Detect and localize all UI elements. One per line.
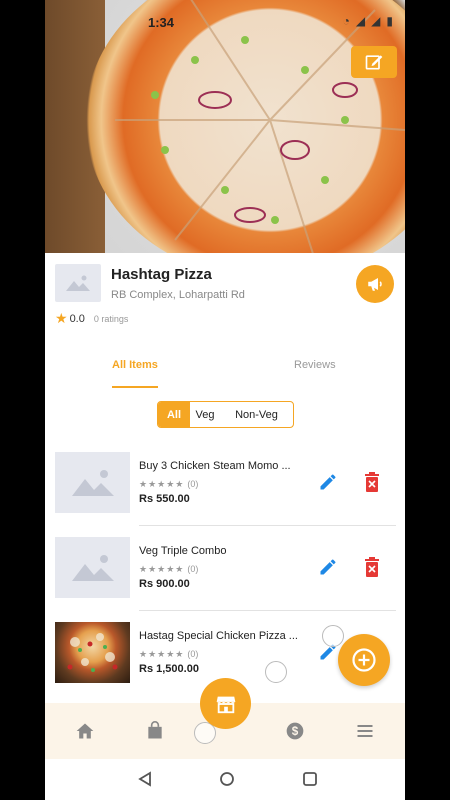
item-divider: [139, 610, 396, 611]
add-item-button[interactable]: [338, 634, 390, 686]
store-logo: [55, 264, 101, 302]
status-time: 1:34: [148, 15, 175, 30]
item-stars: ★★★★★: [139, 479, 185, 489]
image-placeholder-icon: [71, 554, 114, 581]
item-name: Hastag Special Chicken Pizza ...: [139, 630, 298, 642]
bag-icon[interactable]: [145, 721, 165, 741]
pizza-photo: [67, 633, 118, 672]
edit-cover-button[interactable]: [351, 46, 397, 78]
system-navigation-bar: [45, 759, 405, 800]
list-item[interactable]: Buy 3 Chicken Steam Momo ... ★★★★★ (0) Rs…: [45, 452, 405, 537]
star-icon: ★: [55, 310, 68, 326]
recents-icon[interactable]: [302, 771, 318, 787]
store-button[interactable]: [200, 678, 251, 729]
touch-indicator: [265, 661, 287, 683]
pizza-toppings: [115, 0, 405, 253]
edit-square-icon: [365, 55, 383, 70]
store-cover-image: 1:34 ◔ ◢ ◢ ▮: [45, 0, 405, 253]
app-screen: 1:34 ◔ ◢ ◢ ▮ Hashtag Pizza RB Complex, L…: [45, 0, 405, 800]
tab-all-items[interactable]: All Items: [112, 359, 158, 371]
store-address: RB Complex, Loharpatti Rd: [111, 289, 245, 301]
battery-icon: ▮: [386, 14, 393, 28]
image-placeholder-icon: [71, 469, 114, 496]
item-divider: [139, 525, 396, 526]
item-rating: ★★★★★ (0): [139, 564, 198, 575]
item-stars: ★★★★★: [139, 649, 185, 659]
tab-reviews[interactable]: Reviews: [294, 359, 336, 371]
store-rating: ★ 0.0 0 ratings: [55, 310, 128, 327]
status-icons: ◔ ◢ ◢ ▮: [343, 14, 393, 28]
delete-icon[interactable]: [364, 472, 380, 492]
home-circle-icon[interactable]: [219, 771, 235, 787]
item-rating-count: (0): [187, 649, 199, 659]
item-rating: ★★★★★ (0): [139, 649, 198, 660]
item-rating: ★★★★★ (0): [139, 479, 198, 490]
image-placeholder-icon: [66, 275, 90, 291]
item-price: Rs 550.00: [139, 493, 190, 505]
item-stars: ★★★★★: [139, 564, 185, 574]
status-bar: 1:34 ◔ ◢ ◢ ▮: [45, 0, 405, 30]
plus-circle-icon: [352, 648, 376, 672]
active-tab-indicator: [112, 386, 158, 388]
rating-value: 0.0: [69, 312, 85, 325]
back-icon[interactable]: [137, 771, 153, 787]
filter-all[interactable]: All: [158, 402, 190, 427]
home-icon[interactable]: [75, 721, 95, 741]
filter-non-veg[interactable]: Non-Veg: [220, 402, 293, 427]
item-price: Rs 900.00: [139, 578, 190, 590]
delete-icon[interactable]: [364, 557, 380, 577]
item-name: Veg Triple Combo: [139, 545, 227, 557]
edit-icon[interactable]: [318, 472, 338, 492]
item-image: [55, 622, 130, 683]
svg-text:$: $: [292, 725, 299, 738]
item-image: [55, 537, 130, 598]
signal-icon: ◢: [355, 14, 366, 28]
item-image: [55, 452, 130, 513]
signal-icon-2: ◢: [371, 14, 381, 28]
menu-icon[interactable]: [355, 721, 375, 741]
dollar-icon[interactable]: $: [285, 721, 305, 741]
ratings-count: 0 ratings: [93, 313, 129, 324]
touch-indicator: [322, 625, 344, 647]
veg-filter-toggle: All Veg Non-Veg: [157, 401, 294, 428]
edit-icon[interactable]: [318, 557, 338, 577]
promote-button[interactable]: [356, 265, 394, 303]
wifi-icon: ◔: [342, 14, 350, 28]
store-name: Hashtag Pizza: [111, 266, 212, 283]
item-rating-count: (0): [187, 564, 199, 574]
filter-veg[interactable]: Veg: [190, 402, 220, 427]
list-item[interactable]: Veg Triple Combo ★★★★★ (0) Rs 900.00: [45, 537, 405, 622]
item-price: Rs 1,500.00: [139, 663, 199, 675]
item-name: Buy 3 Chicken Steam Momo ...: [139, 460, 291, 472]
megaphone-icon: [368, 278, 382, 291]
storefront-icon: [215, 696, 236, 713]
item-rating-count: (0): [187, 479, 199, 489]
